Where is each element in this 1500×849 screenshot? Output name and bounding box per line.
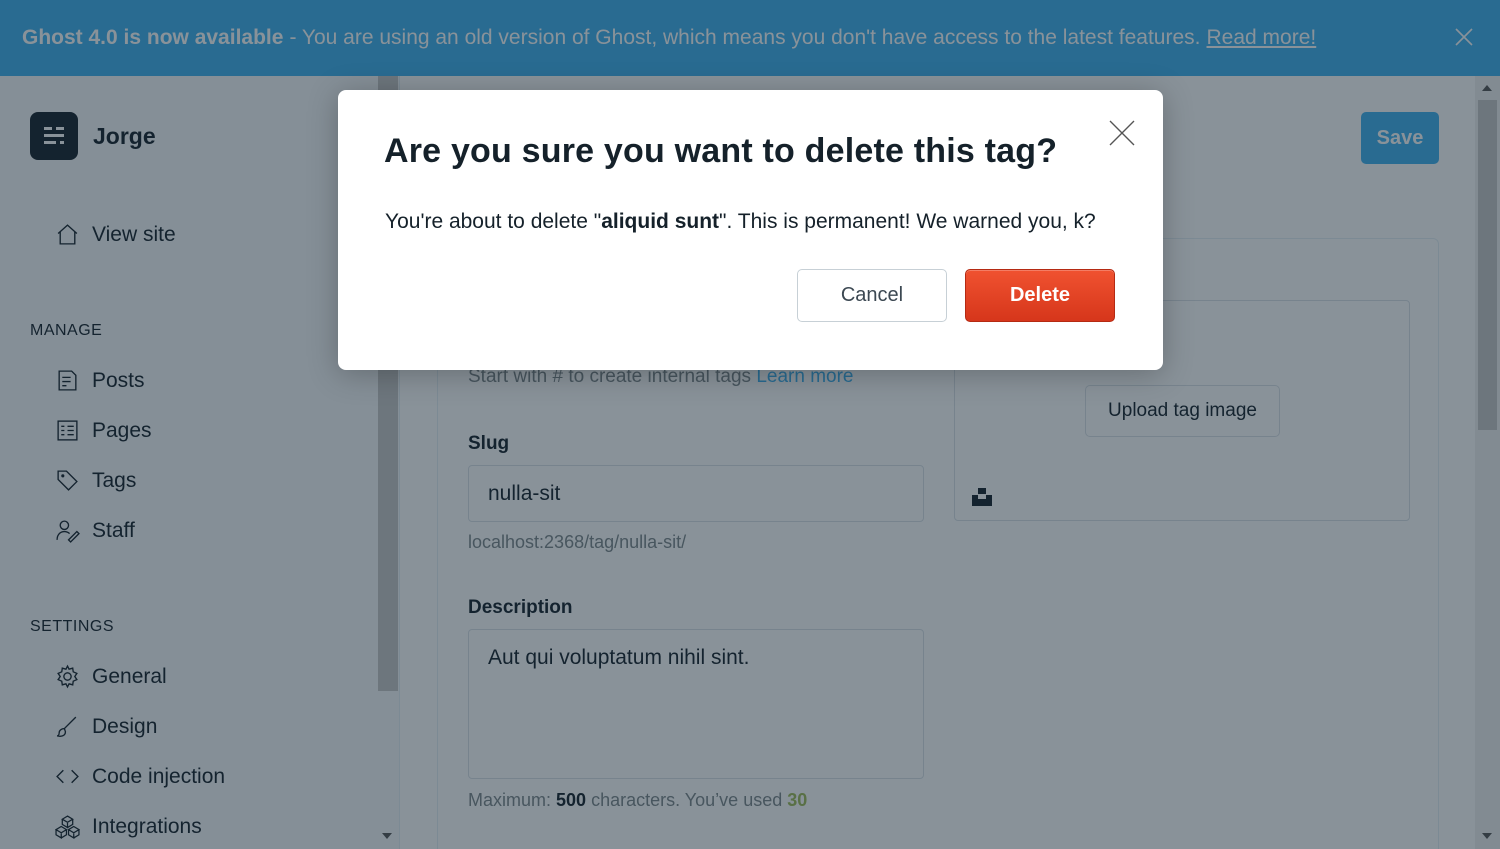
modal-message: You're about to delete "aliquid sunt". T… bbox=[385, 210, 1096, 234]
cancel-button[interactable]: Cancel bbox=[797, 269, 947, 322]
modal-message-suffix: ". This is permanent! We warned you, k? bbox=[719, 210, 1096, 233]
close-icon[interactable] bbox=[1107, 118, 1137, 148]
modal-title: Are you sure you want to delete this tag… bbox=[384, 132, 1058, 170]
delete-button[interactable]: Delete bbox=[965, 269, 1115, 322]
delete-tag-modal: Are you sure you want to delete this tag… bbox=[338, 90, 1163, 370]
modal-tag-name: aliquid sunt bbox=[601, 210, 720, 233]
modal-message-prefix: You're about to delete " bbox=[385, 210, 602, 233]
